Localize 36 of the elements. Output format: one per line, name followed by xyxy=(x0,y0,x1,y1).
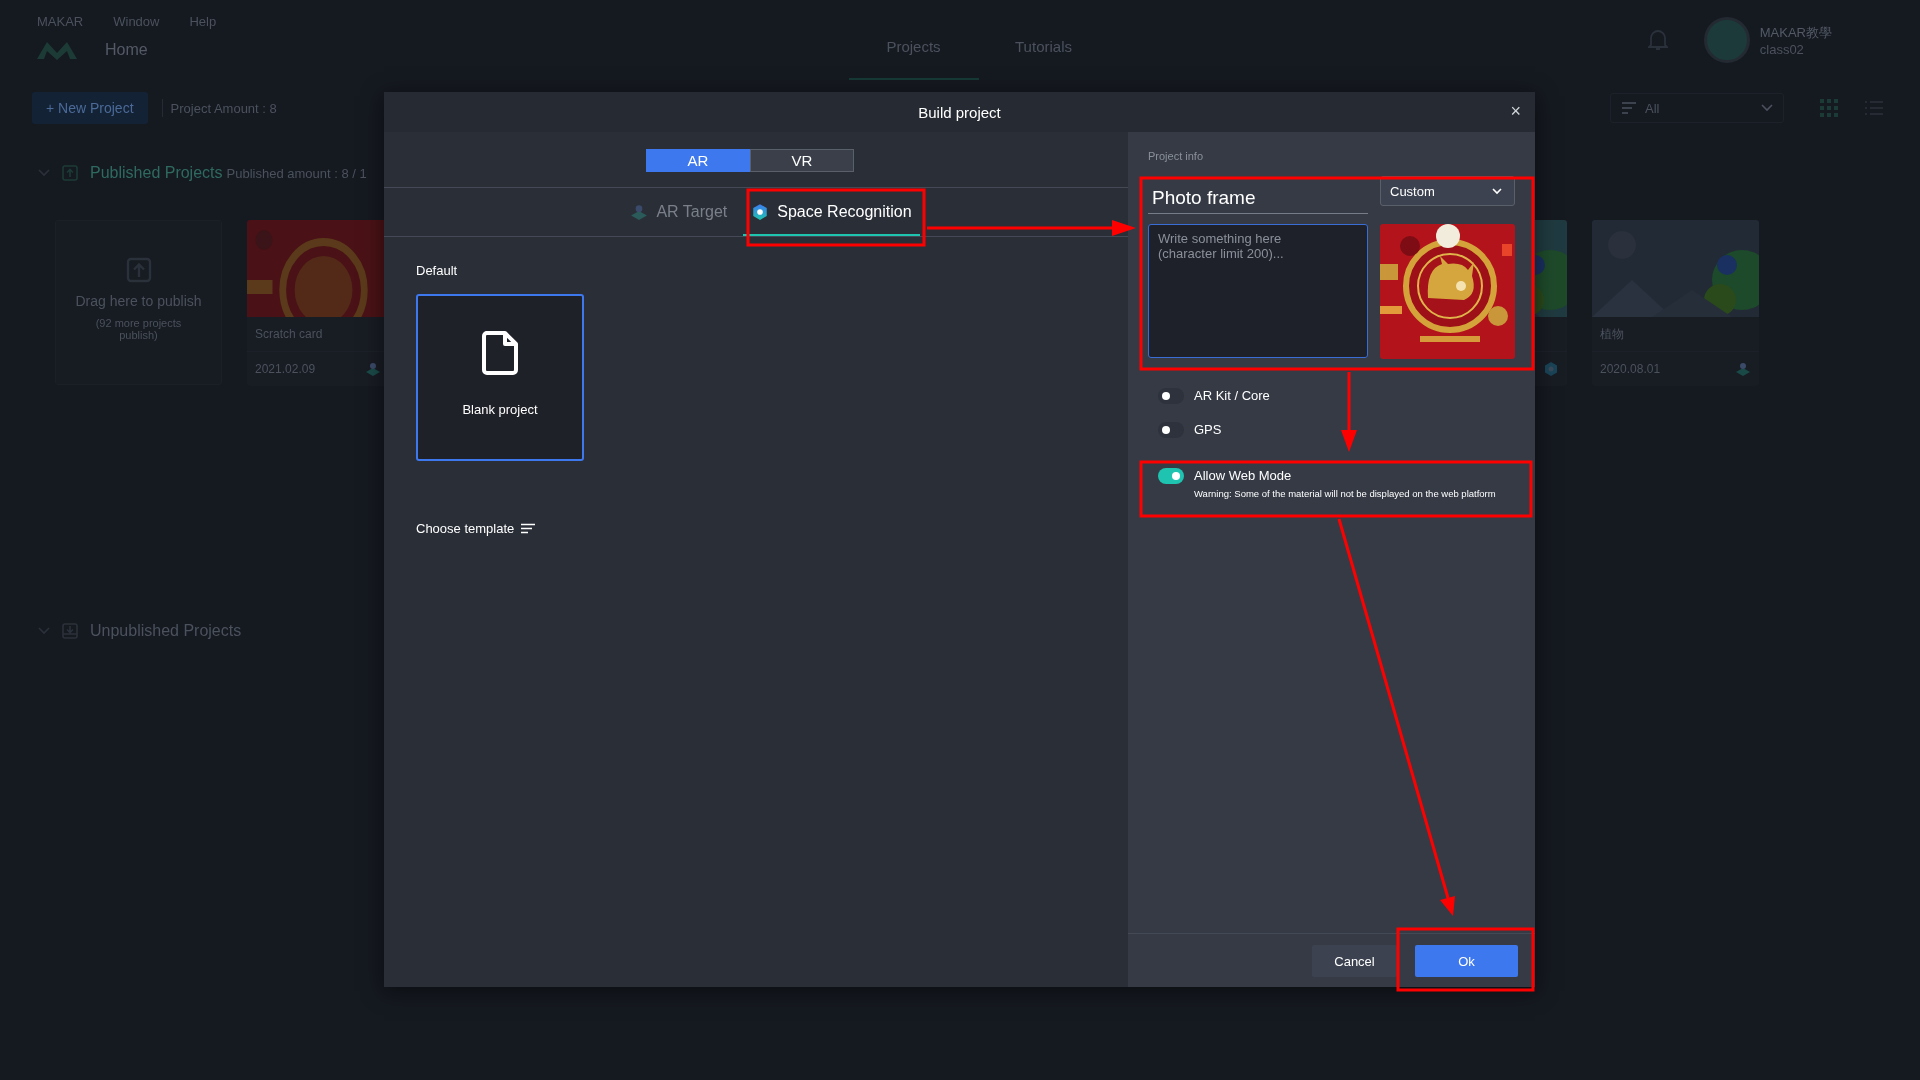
dialog-title: Build project xyxy=(918,103,1001,121)
type-tab[interactable]: AR Target xyxy=(622,190,736,236)
section-title: Published Projects xyxy=(90,164,223,182)
template-card[interactable]: Blank project xyxy=(416,294,584,461)
section-heading: Project info xyxy=(1148,150,1205,162)
user-account: class02 xyxy=(1759,41,1805,57)
choose-template-button[interactable]: Choose template xyxy=(416,521,537,536)
description-field[interactable]: Write something here (character limit 200)... xyxy=(1148,224,1368,358)
project-amount: Project Amount : 8 xyxy=(170,100,277,116)
option-label: AR Kit / Core xyxy=(1194,388,1270,404)
menu-item[interactable]: Window xyxy=(113,14,160,29)
filter-dropdown[interactable]: All xyxy=(1610,93,1784,123)
page-title: Home xyxy=(105,41,148,59)
nav-tab[interactable]: Tutorials xyxy=(978,0,1109,80)
user-name: MAKAR教學 xyxy=(1759,23,1832,42)
name-field[interactable]: Photo frame xyxy=(1148,176,1368,214)
nav-tab[interactable]: Projects xyxy=(848,0,979,80)
card-date: 2021.02.09 xyxy=(255,362,316,376)
new-project-button[interactable]: + New Project xyxy=(32,92,148,124)
cancel-button[interactable]: Cancel xyxy=(1312,945,1397,977)
close-button[interactable]: × xyxy=(1510,102,1521,120)
option-label: GPS xyxy=(1194,422,1222,438)
menu-item[interactable]: Help xyxy=(189,14,217,29)
option-label: Allow Web Mode xyxy=(1194,468,1293,484)
section-title: Unpublished Projects xyxy=(90,622,242,640)
type-tab[interactable]: Space Recognition xyxy=(743,190,920,236)
category-dropdown[interactable]: Custom xyxy=(1380,176,1515,206)
mode-toggle[interactable]: VR xyxy=(750,149,854,172)
section-heading: Default xyxy=(416,263,459,278)
ok-button[interactable]: Ok xyxy=(1415,945,1518,977)
mode-toggle[interactable]: AR xyxy=(646,149,750,172)
published-amount: Published amount : 8 / 1 xyxy=(226,165,367,181)
menu-item[interactable]: MAKAR xyxy=(37,14,84,29)
card-date: 2020.08.01 xyxy=(1600,362,1661,376)
drop-zone-title: Drag here to publish xyxy=(75,293,202,309)
warning-text: Warning: Some of the material will not be displayed on the web platform xyxy=(1194,488,1496,499)
